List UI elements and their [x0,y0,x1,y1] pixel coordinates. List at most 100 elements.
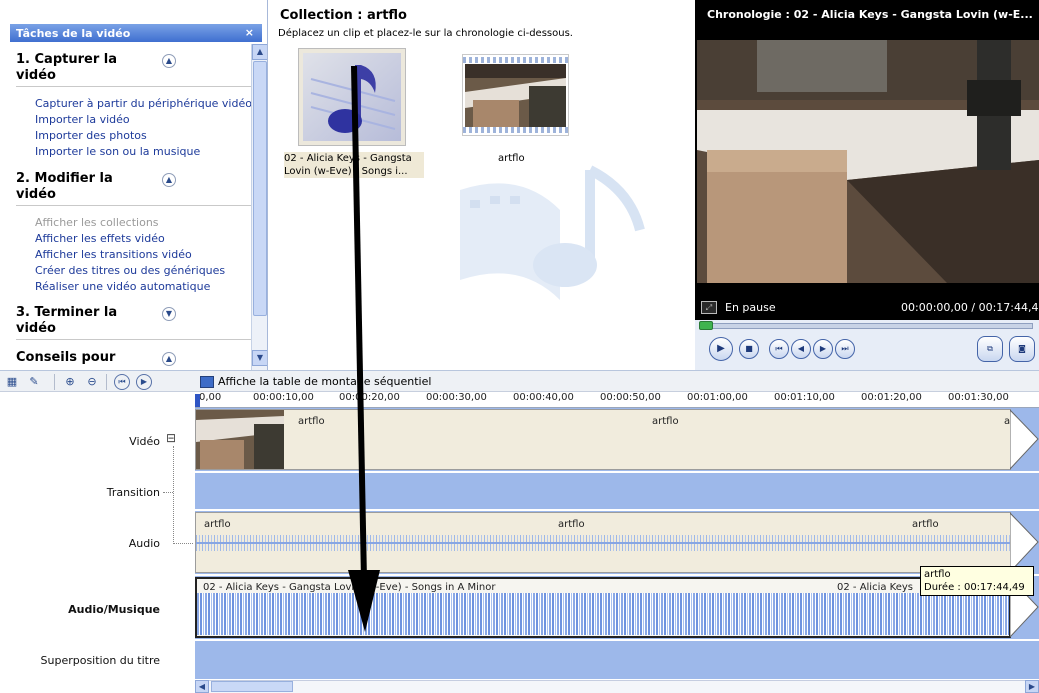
scroll-up-icon[interactable]: ▲ [252,44,267,60]
chevron-down-icon[interactable]: ▼ [162,307,176,321]
ruler-tick: 00:01:20,00 [861,392,922,403]
video-clip-label: artflo [298,416,325,427]
section-edit[interactable]: 2. Modifier la vidéo [16,171,251,206]
scroll-thumb[interactable] [253,61,267,316]
ruler-tick: 00:01:10,00 [774,392,835,403]
split-clip-button[interactable]: ⧉ [977,336,1003,362]
ruler-tick: 00:00:10,00 [253,392,314,403]
zoom-out-icon[interactable]: ⊖ [84,374,100,390]
link-titles-credits[interactable]: Créer des titres ou des génériques [35,264,225,277]
collapse-icon[interactable]: ⊟ [166,431,176,445]
clip-thumbnail [196,410,284,469]
audio-waveform-center [196,542,1010,544]
storyboard-toggle[interactable]: Affiche la table de montage séquentiel [218,375,431,388]
link-video-transitions[interactable]: Afficher les transitions vidéo [35,248,192,261]
tooltip-line1: artflo [924,569,951,580]
track-labels: Vidéo ⊟ Transition Audio Audio/Musique S… [0,392,195,682]
ruler-tick: 00:01:00,00 [687,392,748,403]
section-capture-title: 1. Capturer la vidéo [16,52,117,83]
tooltip-line2: Durée : 00:17:44,49 [924,582,1025,593]
music-clip-label: 02 - Alicia Keys [837,582,914,593]
tree-line [163,492,173,493]
storyboard-icon[interactable] [200,376,214,388]
seek-bar[interactable] [699,323,1033,329]
scroll-down-icon[interactable]: ▼ [252,350,267,366]
zoom-in-icon[interactable]: ⊕ [62,374,78,390]
playback-controls: ▶ ■ ⏮ ◀ ▶ ⏭ ⧉ ◙ [695,320,1039,370]
movie-maker-window: Tâches de la vidéo × 1. Capturer la vidé… [0,0,1039,693]
collection-clip-video[interactable] [462,54,569,136]
link-import-photos[interactable]: Importer des photos [35,129,147,142]
scroll-right-icon[interactable]: ▶ [1025,680,1039,693]
seek-thumb[interactable] [699,321,713,330]
snapshot-camera-icon[interactable]: ◙ [1009,336,1035,362]
music-track: 02 - Alicia Keys - Gangsta Lovin (w-Eve)… [195,576,1039,639]
ruler-tick: 00:00:40,00 [513,392,574,403]
ruler-tick: 0,00 [199,392,222,403]
tree-line [173,543,193,544]
forward-frame-button[interactable]: ▶ [813,339,833,359]
track-label-music: Audio/Musique [68,603,160,616]
rewind-frame-button[interactable]: ◀ [791,339,811,359]
link-import-video[interactable]: Importer la vidéo [35,113,130,126]
track-label-video: Vidéo [129,435,160,448]
preview-monitor: Chronologie : 02 - Alicia Keys - Gangsta… [695,0,1039,370]
separator [106,374,107,390]
play-button[interactable]: ▶ [709,337,733,361]
tasks-pane-title: Tâches de la vidéo [16,27,131,40]
timeline-ruler[interactable]: 0,00 00:00:10,00 00:00:20,00 00:00:30,00… [195,392,1039,408]
audio-clip-label: artflo [204,519,231,530]
previous-button[interactable]: ⏮ [769,339,789,359]
video-track: artflo artflo a [195,408,1039,471]
transition-track[interactable] [195,473,1039,509]
chevron-up-icon[interactable]: ▲ [162,173,176,187]
tasks-scrollbar[interactable]: ▲ ▼ [251,44,267,370]
video-clip-label: artflo [652,416,679,427]
narrate-microphone-icon[interactable]: ✎ [26,374,42,390]
link-automovie[interactable]: Réaliser une vidéo automatique [35,280,210,293]
music-waveform [197,593,1009,635]
drag-arrow-icon [348,65,380,632]
section-finish-title: 3. Terminer la vidéo [16,305,118,336]
stop-button[interactable]: ■ [739,339,759,359]
link-video-effects[interactable]: Afficher les effets vidéo [35,232,165,245]
audio-clip-label: artflo [912,519,939,530]
section-tips[interactable]: Conseils pour [16,350,251,368]
play-timeline-icon[interactable]: ▶ [136,374,152,390]
tasks-pane: Tâches de la vidéo × 1. Capturer la vidé… [0,0,268,370]
title-overlay-track[interactable] [195,641,1039,679]
tasks-pane-header: Tâches de la vidéo × [10,24,262,42]
chevron-up-icon[interactable]: ▲ [162,352,176,366]
section-finish[interactable]: 3. Terminer la vidéo [16,305,251,340]
chevron-up-icon[interactable]: ▲ [162,54,176,68]
timeline-options-icon[interactable]: ▦ [4,374,20,390]
next-button[interactable]: ⏭ [835,339,855,359]
ruler-tick: 00:00:50,00 [600,392,661,403]
audio-track: artflo artflo artflo [195,511,1039,574]
scroll-thumb[interactable] [211,681,293,692]
collection-watermark-icon [460,165,645,300]
preview-video-frame [697,40,1039,283]
close-icon[interactable]: × [245,26,254,39]
audio-clip-label: artflo [558,519,585,530]
timeline-scrollbar[interactable]: ◀ ▶ [195,680,1039,693]
scroll-left-icon[interactable]: ◀ [195,680,209,693]
clip-tooltip: artflo Durée : 00:17:44,49 [920,566,1034,596]
collection-description: Déplacez un clip et placez-le sur la chr… [278,28,573,39]
section-tips-title: Conseils pour [16,350,116,365]
video-clip[interactable]: artflo artflo a [195,409,1011,470]
link-capture-device[interactable]: Capturer à partir du périphérique vidéo [35,97,252,110]
track-label-audio: Audio [128,537,160,550]
audio-clip[interactable]: artflo artflo artflo [195,512,1011,573]
track-label-transition: Transition [106,486,160,499]
collection-title: Collection : artflo [280,8,407,23]
section-capture[interactable]: 1. Capturer la vidéo [16,52,251,87]
playhead-marker[interactable] [195,394,200,407]
rewind-timeline-icon[interactable]: ⏮ [114,374,130,390]
playback-status: En pause [725,301,776,314]
music-clip[interactable]: 02 - Alicia Keys - Gangsta Lovin (w-Eve)… [195,577,1011,638]
fullscreen-icon[interactable]: ⤢ [701,301,717,314]
section-edit-title: 2. Modifier la vidéo [16,171,113,202]
link-import-audio[interactable]: Importer le son ou la musique [35,145,200,158]
track-label-title-overlay: Superposition du titre [40,654,160,667]
